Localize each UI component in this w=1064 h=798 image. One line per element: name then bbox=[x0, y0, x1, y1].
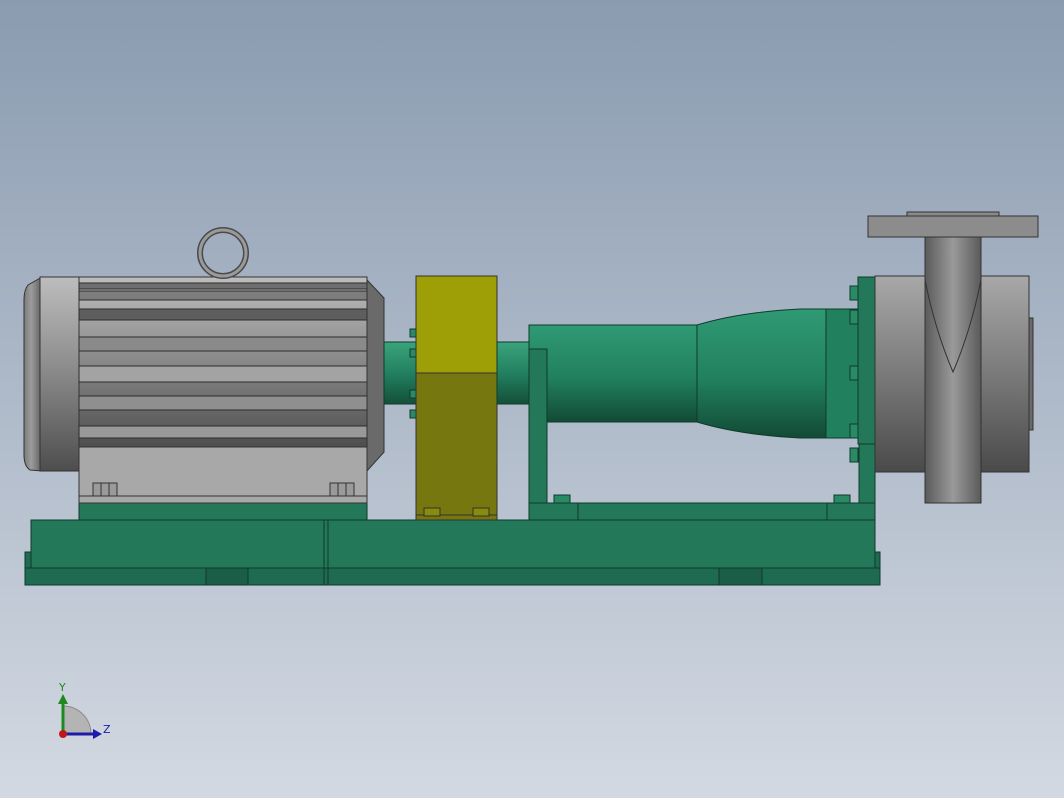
volute-casing-icon[interactable] bbox=[874, 236, 1034, 504]
coupling-guard-icon[interactable] bbox=[415, 275, 498, 521]
pump-shaft-icon bbox=[496, 341, 532, 405]
cad-viewport[interactable]: Y Z bbox=[0, 0, 1064, 798]
origin-icon bbox=[59, 730, 67, 738]
baseplate-icon[interactable] bbox=[24, 519, 881, 586]
y-axis-label: Y bbox=[58, 681, 66, 694]
z-axis-label: Z bbox=[103, 723, 111, 736]
discharge-flange-icon[interactable] bbox=[867, 211, 1039, 238]
